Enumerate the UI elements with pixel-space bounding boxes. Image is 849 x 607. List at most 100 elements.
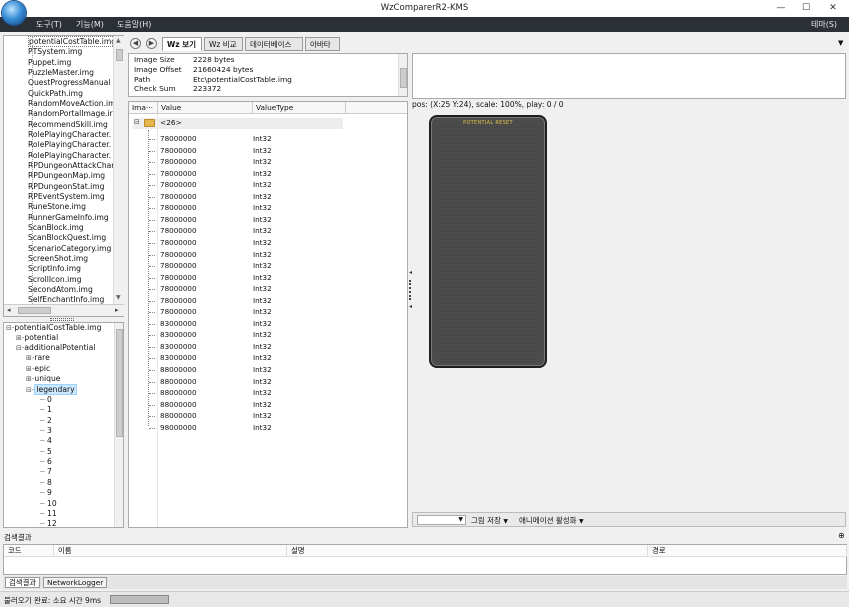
file-tree-item[interactable]: ScreenShot.img: [4, 254, 88, 264]
tree-node-child[interactable]: ─ 7: [40, 467, 52, 477]
file-tree-item[interactable]: RecommendSkill.img: [4, 120, 108, 130]
menu-tools[interactable]: 도구(T): [36, 19, 62, 30]
file-tree-item[interactable]: RandomMoveAction.im: [4, 99, 113, 109]
maximize-button[interactable]: ☐: [799, 2, 813, 14]
file-tree-item[interactable]: RPDungeonAttackChar: [4, 161, 113, 171]
tree-node-child[interactable]: ─ 1: [40, 405, 52, 415]
file-tree-item[interactable]: SelfEnchantInfo.img: [4, 295, 104, 304]
file-tree-item[interactable]: RuneStone.img: [4, 202, 86, 212]
grid-row[interactable]: 78000000 Int32: [129, 203, 407, 215]
file-tree-item[interactable]: QuestProgressManual: [4, 78, 110, 88]
file-tree-item[interactable]: PuzzleMaster.img: [4, 68, 94, 78]
tree-node-child[interactable]: ─ 12: [40, 519, 57, 527]
scroll-down-icon[interactable]: ▼: [116, 294, 121, 301]
tab-wz-compare[interactable]: Wz 비교: [204, 37, 243, 51]
column-code[interactable]: 코드: [4, 545, 54, 556]
info-vscroll[interactable]: [398, 54, 407, 96]
grid-row[interactable]: 78000000 Int32: [129, 180, 407, 192]
file-tree-vscroll-thumb[interactable]: [116, 49, 123, 61]
splitter-handle[interactable]: [409, 280, 411, 300]
tree-node-epic[interactable]: ⊞-epic: [26, 364, 50, 374]
enable-animation-button[interactable]: 애니메이션 활성화 ▼: [519, 515, 584, 526]
tree-node-additional-potential[interactable]: ⊟-additionalPotential: [16, 343, 95, 353]
tree-node-child[interactable]: ─ 6: [40, 457, 52, 467]
grid-row[interactable]: 88000000 Int32: [129, 411, 407, 423]
grid-row[interactable]: 78000000 Int32: [129, 284, 407, 296]
grid-row[interactable]: 78000000 Int32: [129, 250, 407, 262]
file-tree-item[interactable]: RandomPortalImage.ir: [4, 109, 113, 119]
file-tree-item[interactable]: RPDungeonStat.img: [4, 182, 104, 192]
column-description[interactable]: 설명: [287, 545, 648, 556]
tree-node-child[interactable]: ─ 2: [40, 416, 52, 426]
tree-node-child[interactable]: ─ 10: [40, 499, 57, 509]
grid-header-valuetype[interactable]: ValueType: [253, 102, 346, 113]
file-tree-item[interactable]: ScrollIcon.img: [4, 275, 81, 285]
tree-node-unique[interactable]: ⊞-unique: [26, 374, 60, 384]
menu-help[interactable]: 도움말(H): [117, 19, 151, 30]
file-tree-item[interactable]: SecondAtom.img: [4, 285, 93, 295]
grid-row[interactable]: 83000000 Int32: [129, 342, 407, 354]
grid-row[interactable]: 88000000 Int32: [129, 400, 407, 412]
folder-row[interactable]: ⊟ <26>: [133, 118, 343, 129]
tree-node-child[interactable]: ─ 4: [40, 436, 52, 446]
grid-row[interactable]: 78000000 Int32: [129, 146, 407, 158]
tree-node-potential[interactable]: ⊞-potential: [16, 333, 58, 343]
column-path[interactable]: 경로: [648, 545, 847, 556]
grid-row[interactable]: 78000000 Int32: [129, 226, 407, 238]
grid-row[interactable]: 78000000 Int32: [129, 296, 407, 308]
file-tree-hscroll-thumb[interactable]: [18, 307, 51, 314]
grid-row[interactable]: 98000000 Int32: [129, 423, 407, 435]
grid-row[interactable]: 78000000 Int32: [129, 134, 407, 146]
file-tree-item[interactable]: ScenarioCategory.img: [4, 244, 111, 254]
pin-icon[interactable]: ⊕: [838, 531, 845, 540]
minimize-button[interactable]: —: [774, 2, 788, 14]
grid-row[interactable]: 78000000 Int32: [129, 307, 407, 319]
scroll-left-icon[interactable]: ◂: [7, 306, 11, 314]
tab-search-results[interactable]: 검색결과: [5, 577, 41, 588]
splitter-grip[interactable]: [50, 318, 74, 321]
node-tree-vscroll-thumb[interactable]: [116, 329, 123, 437]
file-tree-item[interactable]: RolePlayingCharacter.: [4, 130, 111, 140]
collapse-icon[interactable]: ⊟: [134, 118, 140, 126]
column-name[interactable]: 이름: [54, 545, 287, 556]
grid-row[interactable]: 83000000 Int32: [129, 330, 407, 342]
back-icon[interactable]: ◀: [130, 38, 141, 49]
grid-row[interactable]: 78000000 Int32: [129, 238, 407, 250]
file-tree-item[interactable]: potentialCostTable.img: [4, 36, 113, 47]
file-tree-hscroll[interactable]: ◂ ▸: [4, 304, 124, 316]
file-tree-item[interactable]: RolePlayingCharacter.: [4, 151, 111, 161]
tab-avatar[interactable]: 아바타: [305, 37, 340, 51]
file-tree-item[interactable]: RolePlayingCharacter.: [4, 140, 111, 150]
tab-network-logger[interactable]: NetworkLogger: [43, 577, 108, 588]
file-tree-item[interactable]: RPEventSystem.img: [4, 192, 105, 202]
tree-node-root[interactable]: ⊟-potentialCostTable.img: [6, 323, 101, 333]
frame-select-chevron-icon[interactable]: ▼: [458, 516, 463, 523]
scroll-right-icon[interactable]: ▸: [115, 306, 119, 314]
tab-dropdown-icon[interactable]: ▼: [838, 39, 843, 47]
grid-row[interactable]: 78000000 Int32: [129, 215, 407, 227]
grid-row[interactable]: 83000000 Int32: [129, 353, 407, 365]
tree-node-child[interactable]: ─ 9: [40, 488, 52, 498]
file-tree-item[interactable]: Puppet.img: [4, 58, 71, 68]
frame-select[interactable]: ▼: [417, 515, 466, 525]
grid-row[interactable]: 83000000 Int32: [129, 319, 407, 331]
grid-header-value[interactable]: Value: [158, 102, 253, 113]
menu-functions[interactable]: 기능(M): [76, 19, 104, 30]
grid-row[interactable]: 88000000 Int32: [129, 365, 407, 377]
grid-row[interactable]: 78000000 Int32: [129, 261, 407, 273]
tree-node-child[interactable]: ─ 3: [40, 426, 52, 436]
grid-row[interactable]: 78000000 Int32: [129, 157, 407, 169]
file-tree-item[interactable]: QuickPath.img: [4, 89, 83, 99]
file-tree-item[interactable]: ScriptInfo.img: [4, 264, 81, 274]
tree-node-child[interactable]: ─ 11: [40, 509, 57, 519]
menu-theme[interactable]: 테마(S): [811, 19, 837, 30]
grid-row[interactable]: 88000000 Int32: [129, 377, 407, 389]
splitter-right-icon[interactable]: ◂: [409, 304, 412, 310]
file-tree-item[interactable]: RunnerGameInfo.img: [4, 213, 109, 223]
grid-header-image[interactable]: Ima···: [129, 102, 158, 113]
grid-row[interactable]: 78000000 Int32: [129, 169, 407, 181]
forward-icon[interactable]: ▶: [146, 38, 157, 49]
node-tree-vscroll[interactable]: [114, 323, 123, 527]
file-tree-item[interactable]: RPDungeonMap.img: [4, 171, 105, 181]
save-image-button[interactable]: 그림 저장 ▼: [471, 515, 508, 526]
